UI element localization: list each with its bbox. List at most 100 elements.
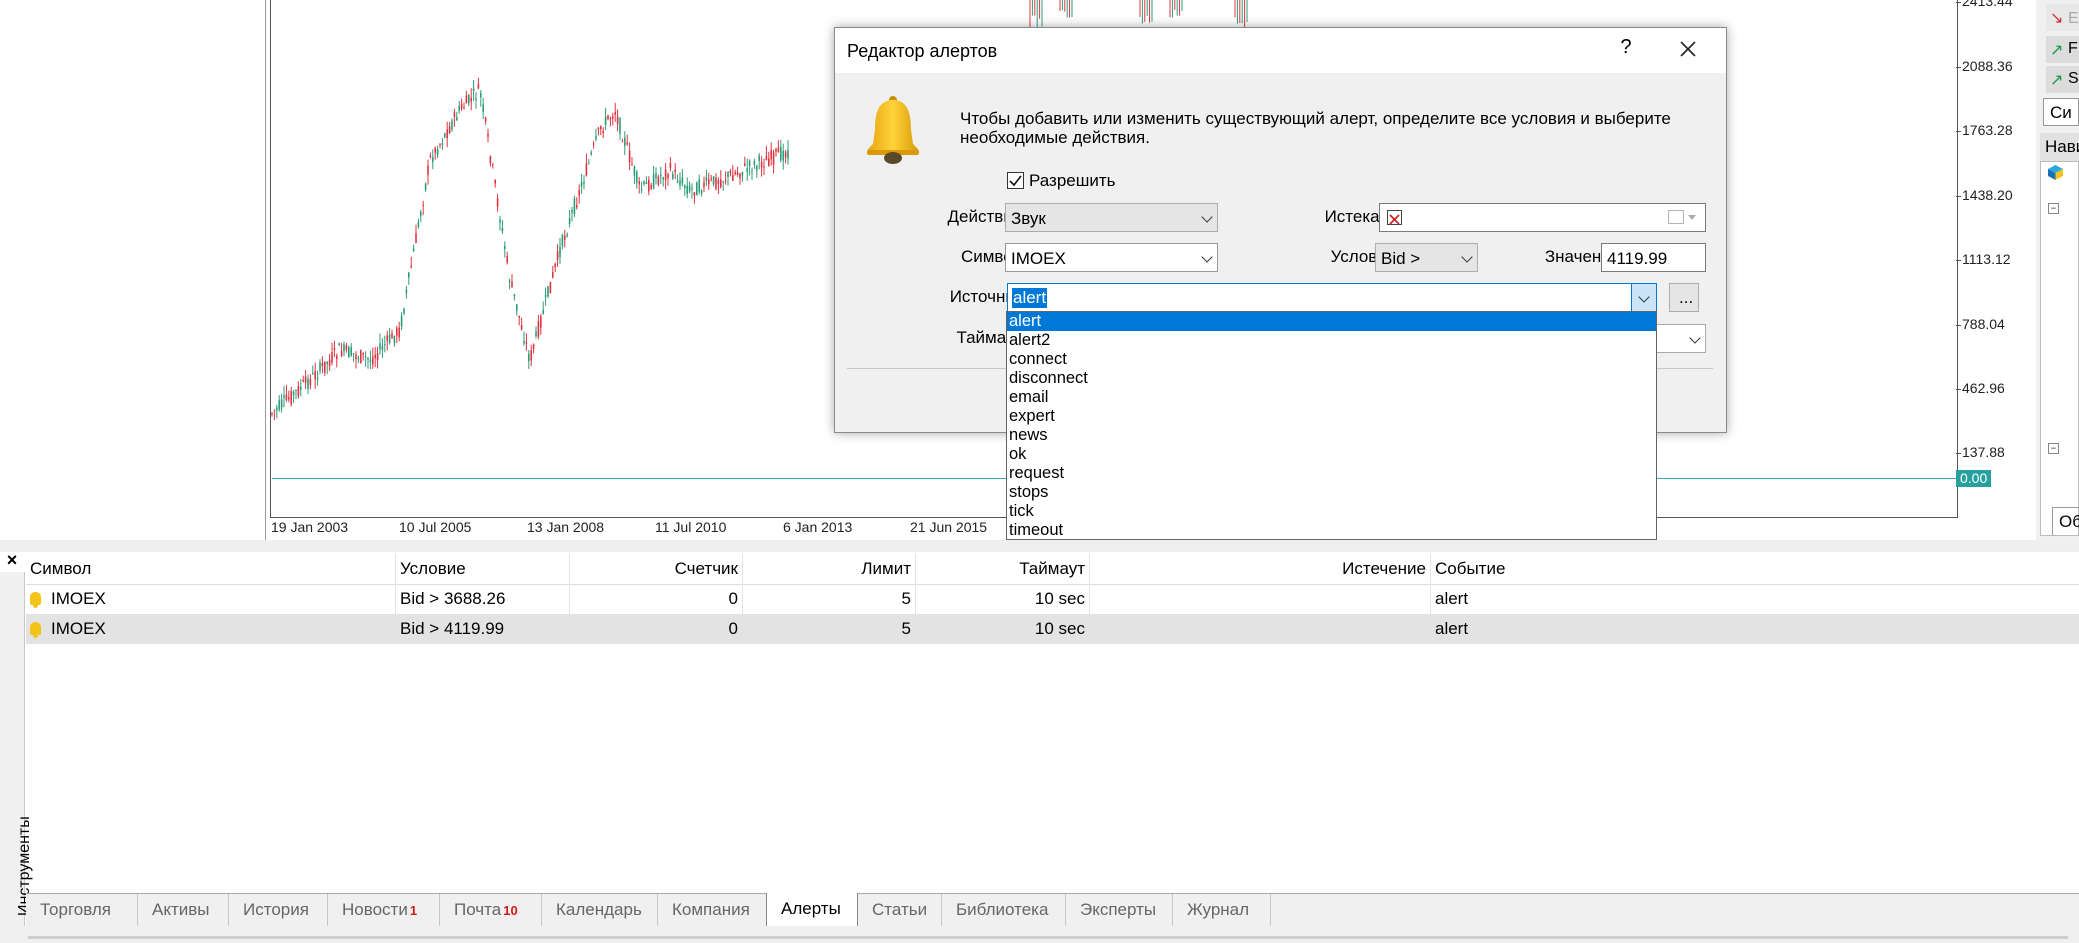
tab-overview[interactable]: Об [2052, 507, 2079, 535]
dropdown-option[interactable]: news [1007, 426, 1656, 445]
cell-expiration [1090, 584, 1431, 614]
tab-mail[interactable]: Почта 10 [440, 894, 542, 926]
toolbox-tabs: Торговля Активы История Новости 1 Почта 10… [26, 893, 2079, 927]
browse-button[interactable]: ... [1669, 283, 1699, 312]
tab-trade[interactable]: Торговля [26, 894, 138, 926]
close-icon [1680, 41, 1696, 57]
tab-library[interactable]: Библиотека [942, 894, 1066, 926]
cell-limit: 5 [743, 614, 916, 644]
dialog-description: Чтобы добавить или изменить существующий… [960, 109, 1671, 147]
table-row-selected[interactable]: IMOEX Bid > 4119.99 0 5 10 sec alert [26, 614, 2079, 644]
y-axis-label: 1113.12 [1956, 251, 2011, 267]
dropdown-option[interactable]: expert [1007, 407, 1656, 426]
column-header-symbol[interactable]: Символ [26, 554, 396, 584]
tab-label: Компания [672, 900, 750, 919]
dropdown-option[interactable]: request [1007, 464, 1656, 483]
value-text: 4119.99 [1607, 249, 1668, 268]
dropdown-option[interactable]: ok [1007, 445, 1656, 464]
cell-condition: Bid > 4119.99 [396, 614, 570, 644]
tab-symbols[interactable]: Си [2043, 98, 2079, 126]
left-panel [0, 0, 266, 540]
tab-calendar[interactable]: Календарь [542, 894, 658, 926]
source-dropdown-button[interactable] [1631, 284, 1656, 311]
tab-assets[interactable]: Активы [138, 894, 229, 926]
tab-news[interactable]: Новости 1 [328, 894, 440, 926]
enable-checkbox[interactable] [1007, 172, 1024, 189]
cell-timeout: 10 sec [916, 584, 1090, 614]
chevron-down-icon [1201, 251, 1213, 263]
tab-label: Календарь [556, 900, 642, 919]
caret-down-icon [1688, 215, 1696, 220]
dropdown-option[interactable]: disconnect [1007, 369, 1656, 388]
expires-datetime-field[interactable] [1379, 203, 1706, 232]
action-value: Звук [1011, 209, 1046, 228]
y-axis-label: 1438.20 [1956, 187, 2013, 203]
source-dropdown-list[interactable]: alert alert2 connect disconnect email ex… [1006, 311, 1657, 540]
tab-journal[interactable]: Журнал [1173, 894, 1271, 926]
dropdown-option[interactable]: tick [1007, 502, 1656, 521]
column-header-timeout[interactable]: Таймаут [916, 554, 1090, 584]
table-header: Символ Условие Счетчик Лимит Таймаут Ист… [26, 554, 2079, 585]
action-select[interactable]: Звук [1005, 203, 1218, 232]
browse-label: ... [1679, 288, 1694, 307]
dropdown-option[interactable]: alert2 [1007, 331, 1656, 350]
dropdown-option[interactable]: stops [1007, 483, 1656, 502]
dropdown-option[interactable]: timeout [1007, 521, 1656, 539]
close-icon[interactable]: × [0, 548, 24, 572]
cross-icon [1389, 214, 1400, 225]
tab-company[interactable]: Компания [658, 894, 770, 926]
tree-collapse-icon[interactable]: − [2048, 203, 2059, 214]
cell-symbol: IMOEX [26, 614, 396, 644]
tab-alerts[interactable]: Алерты [766, 893, 858, 927]
help-button[interactable]: ? [1613, 36, 1639, 59]
cell-condition: Bid > 3688.26 [396, 584, 570, 614]
symbol-label: E [2068, 10, 2079, 27]
condition-select[interactable]: Bid > [1375, 243, 1478, 272]
news-count-badge: 1 [409, 903, 418, 918]
symbol-text: IMOEX [51, 589, 106, 608]
mail-count-badge: 10 [503, 903, 518, 918]
tree-collapse-icon[interactable]: − [2048, 443, 2059, 454]
symbol-select[interactable]: IMOEX [1005, 243, 1218, 272]
x-axis-label: 19 Jan 2003 [271, 519, 349, 535]
value-input[interactable]: 4119.99 [1601, 243, 1706, 272]
cell-event: alert [1435, 619, 1469, 638]
chevron-down-icon [1638, 291, 1650, 303]
x-axis-label: 21 Jun 2015 [910, 519, 988, 535]
toolbox-side-bar: Инструменты [0, 572, 33, 926]
column-header-condition[interactable]: Условие [396, 554, 570, 584]
tab-label: Эксперты [1080, 900, 1157, 919]
source-select[interactable]: alert [1007, 283, 1657, 312]
tab-label: Журнал [1187, 900, 1250, 919]
tab-experts[interactable]: Эксперты [1066, 894, 1173, 926]
tab-label: Почта [454, 900, 502, 919]
symbol-text: IMOEX [51, 619, 106, 638]
close-button[interactable] [1673, 34, 1703, 64]
tab-history[interactable]: История [229, 894, 328, 926]
condition-value: Bid > [1381, 249, 1421, 268]
arrow-up-icon: ↗ [2050, 72, 2064, 89]
dropdown-option[interactable]: email [1007, 388, 1656, 407]
status-bar [0, 926, 2079, 943]
cell-limit: 5 [743, 584, 916, 614]
dropdown-option[interactable]: connect [1007, 350, 1656, 369]
column-header-counter[interactable]: Счетчик [570, 554, 743, 584]
dropdown-option[interactable]: alert [1007, 312, 1656, 331]
column-header-limit[interactable]: Лимит [743, 554, 916, 584]
x-axis-label: 11 Jul 2010 [655, 519, 727, 535]
navigator-tree[interactable]: − − [2040, 161, 2079, 536]
splitter[interactable] [0, 540, 2079, 552]
tab-label: Статьи [872, 900, 928, 919]
tab-label: Библиотека [956, 900, 1049, 919]
column-header-event[interactable]: Событие [1431, 554, 2079, 584]
x-axis-label: 10 Jul 2005 [399, 519, 472, 535]
x-axis-label: 13 Jan 2008 [527, 519, 605, 535]
tab-articles[interactable]: Статьи [858, 894, 942, 926]
y-axis-label: 137.88 [1956, 444, 2005, 460]
column-header-expiration[interactable]: Истечение [1090, 554, 1431, 584]
table-row[interactable]: IMOEX Bid > 3688.26 0 5 10 sec alert [26, 584, 2079, 614]
symbol-value: IMOEX [1011, 249, 1066, 268]
calendar-icon[interactable] [1668, 210, 1684, 224]
expires-checkbox[interactable] [1387, 210, 1402, 225]
cell-counter: 0 [570, 614, 743, 644]
